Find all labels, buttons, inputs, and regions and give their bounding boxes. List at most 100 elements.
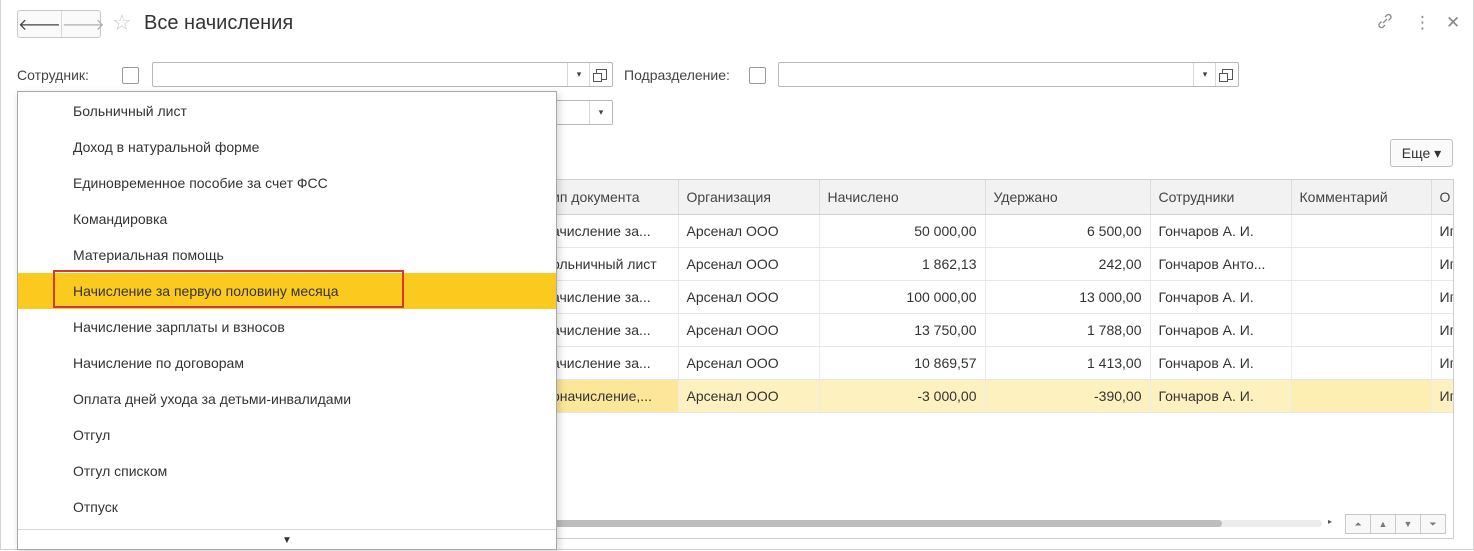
cell-employees: Гончаров А. И. (1150, 313, 1292, 347)
cell-comment (1291, 214, 1432, 248)
back-arrow-icon[interactable]: 🡐 (18, 11, 61, 37)
cell-withheld: -390,00 (985, 379, 1151, 413)
link-icon[interactable] (1376, 12, 1394, 36)
cell-comment (1291, 379, 1432, 413)
table-row[interactable]: ачисление за... Арсенал ООО 50 000,00 6 … (544, 214, 1453, 248)
cell-employees: Гончаров А. И. (1150, 346, 1292, 380)
employee-dropdown-icon[interactable]: ▾ (567, 63, 590, 86)
document-type-dropdown-icon[interactable]: ▾ (589, 101, 612, 124)
cell-comment (1291, 280, 1432, 314)
cell-doc-type: ольничный лист (544, 247, 679, 281)
cell-other: Иг (1431, 247, 1453, 281)
cell-other: Иг (1431, 379, 1453, 413)
row-down-icon[interactable]: ▼ (1395, 514, 1421, 534)
table-header-row: ип документа Организация Начислено Удерж… (544, 180, 1453, 215)
last-row-icon[interactable]: ⏷ (1420, 514, 1446, 534)
employee-filter-checkbox[interactable] (122, 67, 139, 84)
cell-doc-type: ачисление за... (544, 280, 679, 314)
dropdown-scroll-down-icon[interactable]: ▼ (18, 529, 556, 550)
employee-field[interactable]: ▾ (152, 62, 613, 87)
cell-other: Иг (1431, 280, 1453, 314)
dropdown-item[interactable]: Начисление зарплаты и взносов (18, 309, 556, 345)
forward-arrow-icon[interactable]: 🡒 (60, 11, 105, 37)
column-header-accrued[interactable]: Начислено (819, 180, 986, 215)
dropdown-item[interactable]: Отгул списком (18, 453, 556, 489)
more-button[interactable]: Еще ▾ (1390, 139, 1453, 167)
cell-doc-type: ачисление за... (544, 346, 679, 380)
navigation-buttons: 🡐 🡒 (17, 10, 105, 38)
column-header-doc-type[interactable]: ип документа (544, 180, 679, 215)
cell-employees: Гончаров А. И. (1150, 379, 1292, 413)
cell-withheld: 6 500,00 (985, 214, 1151, 248)
column-header-other[interactable]: О (1431, 180, 1453, 215)
table-row[interactable]: ольничный лист Арсенал ООО 1 862,13 242,… (544, 247, 1453, 281)
dropdown-item[interactable]: Материальная помощь (18, 237, 556, 273)
cell-employees: Гончаров А. И. (1150, 214, 1292, 248)
column-header-withheld[interactable]: Удержано (985, 180, 1151, 215)
dropdown-item[interactable]: Командировка (18, 201, 556, 237)
department-open-icon[interactable] (1215, 63, 1238, 86)
department-field[interactable]: ▾ (778, 62, 1239, 87)
dropdown-item[interactable]: Доход в натуральной форме (18, 129, 556, 165)
cell-withheld: 13 000,00 (985, 280, 1151, 314)
cell-doc-type: ачисление за... (544, 313, 679, 347)
cell-organization: Арсенал ООО (678, 247, 820, 281)
column-header-comment[interactable]: Комментарий (1291, 180, 1432, 215)
cell-other: Иг (1431, 214, 1453, 248)
first-row-icon[interactable]: ⏶ (1345, 514, 1371, 534)
cell-withheld: 1 413,00 (985, 346, 1151, 380)
cell-organization: Арсенал ООО (678, 313, 820, 347)
cell-accrued: 1 862,13 (819, 247, 986, 281)
employee-label: Сотрудник: (17, 67, 89, 83)
cell-other: Иг (1431, 313, 1453, 347)
scroll-right-icon[interactable]: ▸ (1328, 517, 1332, 526)
table-row[interactable]: ачисление за... Арсенал ООО 13 750,00 1 … (544, 313, 1453, 347)
department-label: Подразделение: (624, 67, 730, 83)
row-up-icon[interactable]: ▲ (1370, 514, 1396, 534)
dropdown-item[interactable]: Начисление по договорам (18, 345, 556, 381)
cell-accrued: 100 000,00 (819, 280, 986, 314)
dropdown-item[interactable]: Отпуск (18, 489, 556, 525)
more-options-icon[interactable]: ⋮ (1414, 12, 1431, 34)
favorite-star-icon[interactable]: ☆ (112, 10, 132, 36)
cell-organization: Арсенал ООО (678, 346, 820, 380)
table-row[interactable]: ачисление за... Арсенал ООО 10 869,57 1 … (544, 346, 1453, 380)
cell-comment (1291, 313, 1432, 347)
cell-doc-type: ачисление за... (544, 214, 679, 248)
dropdown-item[interactable]: Единовременное пособие за счет ФСС (18, 165, 556, 201)
department-filter-checkbox[interactable] (749, 67, 766, 84)
cell-accrued: -3 000,00 (819, 379, 986, 413)
document-type-dropdown: Больничный лист Доход в натуральной форм… (17, 91, 557, 550)
table-row-selected[interactable]: оначисление,... Арсенал ООО -3 000,00 -3… (544, 379, 1453, 413)
table-row[interactable]: ачисление за... Арсенал ООО 100 000,00 1… (544, 280, 1453, 314)
close-icon[interactable]: ✕ (1446, 12, 1460, 34)
dropdown-item-selected[interactable]: Начисление за первую половину месяца (18, 273, 556, 309)
open-window-icon (1218, 69, 1233, 82)
cell-accrued: 10 869,57 (819, 346, 986, 380)
cell-employees: Гончаров Анто... (1150, 247, 1292, 281)
dropdown-item[interactable]: Оплата дней ухода за детьми-инвалидами (18, 381, 556, 417)
cell-organization: Арсенал ООО (678, 379, 820, 413)
dropdown-item[interactable]: Больничный лист (18, 93, 556, 129)
column-header-employees[interactable]: Сотрудники (1150, 180, 1292, 215)
horizontal-scrollbar-thumb[interactable] (544, 520, 1222, 527)
table-navigation: ⏶ ▲ ▼ ⏷ (1345, 514, 1446, 534)
link-icon-graphic (1378, 13, 1392, 29)
department-dropdown-icon[interactable]: ▾ (1193, 63, 1216, 86)
column-header-organization[interactable]: Организация (678, 180, 820, 215)
cell-accrued: 50 000,00 (819, 214, 986, 248)
cell-accrued: 13 750,00 (819, 313, 986, 347)
accruals-table: ип документа Организация Начислено Удерж… (543, 179, 1454, 539)
cell-organization: Арсенал ООО (678, 214, 820, 248)
cell-other: Иг (1431, 346, 1453, 380)
dropdown-item[interactable]: Отгул (18, 417, 556, 453)
cell-comment (1291, 346, 1432, 380)
cell-withheld: 1 788,00 (985, 313, 1151, 347)
cell-employees: Гончаров А. И. (1150, 280, 1292, 314)
employee-open-icon[interactable] (589, 63, 612, 86)
cell-comment (1291, 247, 1432, 281)
cell-withheld: 242,00 (985, 247, 1151, 281)
open-window-icon (592, 69, 607, 82)
page-title: Все начисления (144, 12, 294, 34)
cell-doc-type: оначисление,... (544, 379, 679, 413)
